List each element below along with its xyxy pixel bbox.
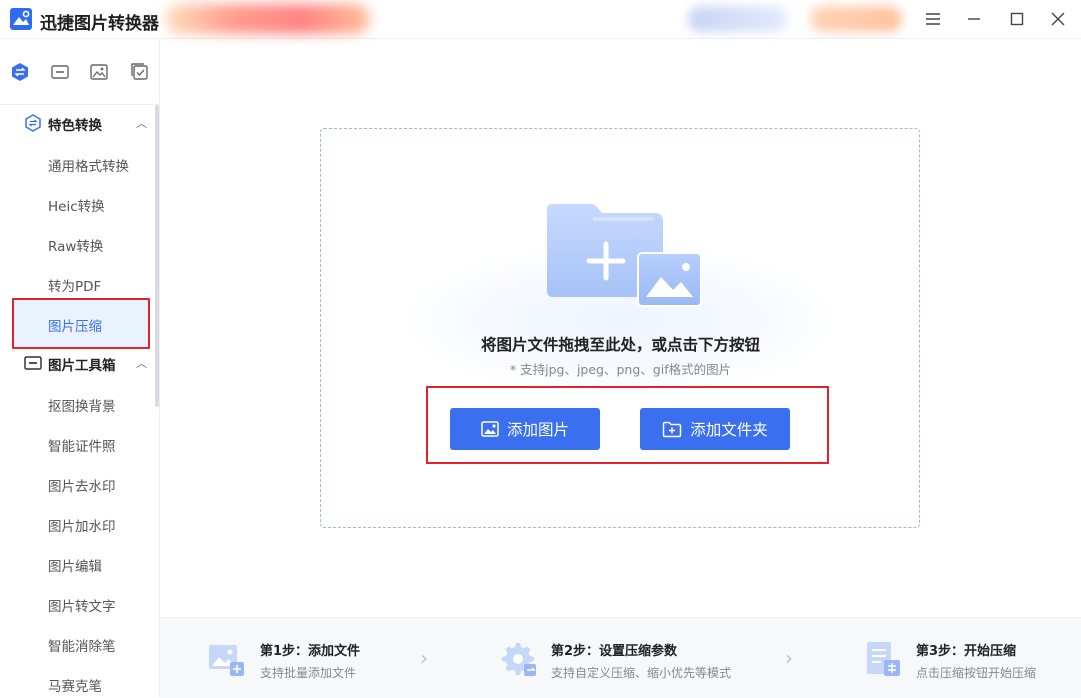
- sidebar-group-label: 图片工具箱: [48, 358, 116, 374]
- convert-tab-icon[interactable]: [9, 61, 31, 83]
- close-icon[interactable]: [1046, 7, 1070, 31]
- maximize-icon[interactable]: [1005, 7, 1029, 31]
- drop-zone-title: 将图片文件拖拽至此处，或点击下方按钮: [480, 336, 760, 354]
- toolbox-group-icon: [24, 356, 42, 370]
- menu-icon[interactable]: [921, 7, 945, 31]
- step-2-desc: 支持自定义压缩、缩小优先等模式: [551, 666, 732, 680]
- chevron-up-icon[interactable]: ︿: [136, 115, 147, 131]
- sidebar-item-heic[interactable]: Heic转换: [48, 195, 105, 215]
- step-3-title: 第3步：开始压缩: [916, 644, 1017, 659]
- sidebar-item-id-photo[interactable]: 智能证件照: [48, 435, 116, 455]
- sidebar-group-feature-convert[interactable]: 特色转换 ︿: [0, 103, 150, 143]
- vip-button[interactable]: [810, 6, 902, 32]
- sidebar-item-image-edit[interactable]: 图片编辑: [48, 555, 102, 575]
- add-folder-illustration-icon: [547, 204, 702, 307]
- sidebar-item-mosaic[interactable]: 马赛克笔: [48, 675, 102, 695]
- settings-step-icon: [502, 643, 536, 676]
- chevron-right-icon: ›: [420, 646, 428, 670]
- sidebar-item-image-to-text[interactable]: 图片转文字: [48, 595, 116, 615]
- sidebar-item-add-watermark[interactable]: 图片加水印: [48, 515, 116, 535]
- check-tab-icon[interactable]: [129, 61, 151, 83]
- sidebar: 特色转换 ︿ 通用格式转换 Heic转换 Raw转换 转为PDF 图片压缩 图片…: [0, 39, 160, 697]
- app-title: 迅捷图片转换器: [40, 14, 159, 34]
- drop-zone-subtitle: * 支持jpg、jpeg、png、gif格式的图片: [509, 362, 732, 377]
- app-logo-icon: [10, 8, 32, 30]
- chevron-right-icon: ›: [785, 646, 793, 670]
- sidebar-item-remove-watermark[interactable]: 图片去水印: [48, 475, 116, 495]
- compress-step-icon: [867, 642, 900, 676]
- minimize-icon[interactable]: [962, 7, 986, 31]
- annotation-highlight-box: [426, 386, 829, 464]
- image-tab-icon[interactable]: [88, 61, 110, 83]
- sidebar-item-eraser[interactable]: 智能消除笔: [48, 635, 116, 655]
- promo-banner[interactable]: [165, 4, 370, 34]
- sidebar-group-label: 特色转换: [48, 118, 102, 134]
- sidebar-item-to-pdf[interactable]: 转为PDF: [48, 275, 101, 295]
- sidebar-item-raw[interactable]: Raw转换: [48, 235, 103, 255]
- sidebar-scrollbar[interactable]: [155, 105, 159, 407]
- toolbox-tab-icon[interactable]: [49, 61, 71, 83]
- convert-group-icon: [25, 114, 41, 132]
- sidebar-group-toolbox[interactable]: 图片工具箱 ︿: [0, 343, 150, 383]
- sidebar-item-cutout[interactable]: 抠图换背景: [48, 395, 116, 415]
- chevron-up-icon[interactable]: ︿: [136, 355, 147, 371]
- steps-footer: 第1步：添加文件 支持批量添加文件 › 第2步：设置压缩参数 支持自定义压缩、缩…: [160, 617, 1081, 698]
- user-account-button[interactable]: [688, 6, 788, 32]
- step-3-desc: 点击压缩按钮开始压缩: [916, 666, 1037, 680]
- annotation-highlight-box: [12, 298, 150, 349]
- sidebar-item-general-convert[interactable]: 通用格式转换: [48, 155, 129, 175]
- step-2-title: 第2步：设置压缩参数: [551, 644, 678, 659]
- sidebar-tabs: [0, 39, 159, 105]
- add-file-step-icon: [209, 645, 244, 676]
- title-bar: 迅捷图片转换器: [0, 0, 1081, 39]
- step-1-title: 第1步：添加文件: [260, 644, 361, 659]
- step-1-desc: 支持批量添加文件: [260, 666, 357, 680]
